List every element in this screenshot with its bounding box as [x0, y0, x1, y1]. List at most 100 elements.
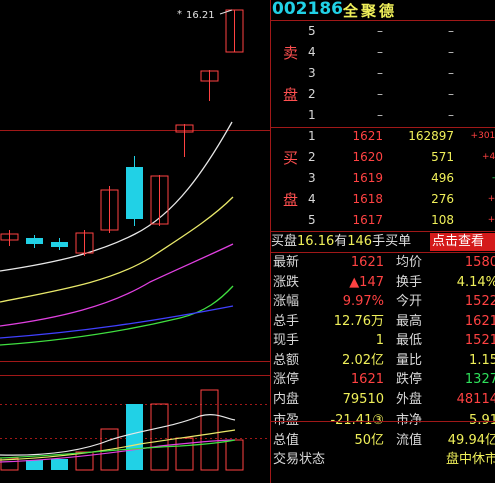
hint-quantity: 146	[347, 234, 373, 249]
stock-name: 全聚德	[343, 2, 398, 20]
ma10-line	[0, 196, 234, 303]
candle	[225, 9, 244, 53]
quote-value: 49.94亿	[447, 432, 495, 448]
ma60-line	[0, 305, 234, 339]
ask-row[interactable]: 1 – –	[271, 105, 495, 126]
bid-price: 1620	[352, 150, 383, 164]
ask-level: 5	[308, 24, 316, 38]
ask-level: 4	[308, 45, 316, 59]
quote-row: 涨跌 ▲147 换手 4.14%	[271, 273, 495, 293]
quote-row: 内盘 79510 外盘 48114	[271, 390, 495, 410]
quote-label: 换手	[396, 274, 423, 290]
quote-label: 最高	[396, 313, 423, 329]
bid-level: 3	[308, 171, 316, 185]
quote-divider	[271, 421, 495, 422]
quote-row: 涨停 1621 跌停 1327	[271, 370, 495, 390]
kline-chart[interactable]: * 16.21	[0, 0, 270, 483]
quote-label: 最新	[273, 255, 300, 270]
candle	[100, 186, 119, 233]
bid-level: 1	[308, 129, 316, 143]
stock-code: 002186	[272, 0, 343, 19]
ask-row[interactable]: 4 – –	[271, 42, 495, 63]
volume-bar	[126, 404, 143, 470]
ask-level: 2	[308, 87, 316, 101]
quote-row: 总额 2.02亿 量比 1.15	[271, 351, 495, 371]
ma5-line	[0, 121, 233, 272]
bid-row[interactable]: 3 1619 496 -6	[271, 168, 495, 189]
quote-value: 1.15	[469, 352, 495, 368]
candle	[150, 175, 169, 226]
quote-row: 涨幅 9.97% 今开 1522	[271, 292, 495, 312]
quote-label: 涨幅	[273, 294, 300, 309]
ask-level: 3	[308, 66, 316, 80]
ask-row[interactable]: 2 – –	[271, 84, 495, 105]
quote-value: 12.76万	[333, 313, 384, 329]
quote-value: 4.14%	[456, 274, 495, 290]
quote-label: 外盘	[396, 391, 423, 407]
quote-value: 1	[375, 333, 384, 348]
ma20-line	[0, 243, 234, 327]
quote-value: ▲147	[349, 274, 384, 290]
bid-row[interactable]: 4 1618 276 +5	[271, 189, 495, 210]
bid-change: +41	[482, 152, 495, 162]
quote-label: 总额	[273, 352, 300, 368]
bid-row[interactable]: 5 1617 108 +1	[271, 210, 495, 231]
quote-value: 1621	[464, 313, 495, 329]
quote-panel: 002186 全聚德 卖 盘 5– –4– –3– –2– –1– – 买 盘 1 1621…	[270, 0, 495, 483]
hint-text-3: 手买单	[372, 234, 412, 249]
ask-price: –	[377, 108, 383, 122]
quote-row: 现手 1 最低 1521	[271, 331, 495, 351]
hint-price: 16.16	[297, 234, 335, 249]
quote-label: 今开	[396, 294, 423, 309]
quote-label: 现手	[273, 333, 300, 348]
candle	[126, 156, 143, 226]
quote-value: 50亿	[354, 432, 384, 448]
quote-label: 内盘	[273, 391, 300, 407]
quote-label: 总值	[273, 432, 300, 448]
volume-bar	[26, 460, 43, 470]
quote-value: 1522	[464, 294, 495, 309]
candle	[26, 235, 43, 248]
view-details-button[interactable]: 点击查看	[430, 233, 495, 251]
quote-label: 量比	[396, 352, 423, 368]
bid-volume: 108	[431, 213, 454, 227]
ask-price: –	[377, 45, 383, 59]
quote-label: 总手	[273, 313, 300, 329]
quote-value: 1580	[464, 255, 495, 270]
bid-change: +5	[487, 194, 495, 204]
ask-row[interactable]: 5 – –	[271, 21, 495, 42]
ask-level: 1	[308, 108, 316, 122]
bid-row[interactable]: 2 1620 571 +41	[271, 147, 495, 168]
quote-value: 2.02亿	[342, 352, 384, 368]
quote-row: 最新 1621 均价 1580	[271, 253, 495, 273]
volume-bar	[200, 389, 219, 471]
quote-label: 交易状态	[273, 452, 326, 467]
quote-value: 盘中休市	[445, 452, 495, 467]
candle	[200, 70, 219, 101]
quote-label: 涨停	[273, 372, 300, 387]
quote-label: 跌停	[396, 372, 423, 387]
bid-volume: 276	[431, 192, 454, 206]
bid-volume: 496	[431, 171, 454, 185]
bid-row[interactable]: 1 1621 162897 +3011	[271, 126, 495, 147]
quote-label: 均价	[396, 255, 423, 270]
volume-bar	[51, 459, 68, 470]
bid-volume: 162897	[408, 129, 454, 143]
bid-level: 4	[308, 192, 316, 206]
quote-value: 48114	[456, 391, 495, 407]
quote-row: 总手 12.76万 最高 1621	[271, 312, 495, 332]
volume-bar	[150, 403, 169, 471]
ask-volume: –	[448, 66, 454, 80]
ask-price: –	[377, 24, 383, 38]
hint-text-1: 买盘	[271, 234, 298, 249]
bid-price: 1617	[352, 213, 383, 227]
ask-price: –	[377, 66, 383, 80]
ask-price: –	[377, 87, 383, 101]
stock-header: 002186 全聚德	[271, 0, 495, 21]
bid-change: +3011	[470, 131, 495, 141]
bid-change: -6	[492, 173, 495, 183]
quote-value: 9.97%	[342, 294, 384, 309]
candle	[0, 230, 19, 246]
bid-level: 2	[308, 150, 316, 164]
ask-row[interactable]: 3 – –	[271, 63, 495, 84]
